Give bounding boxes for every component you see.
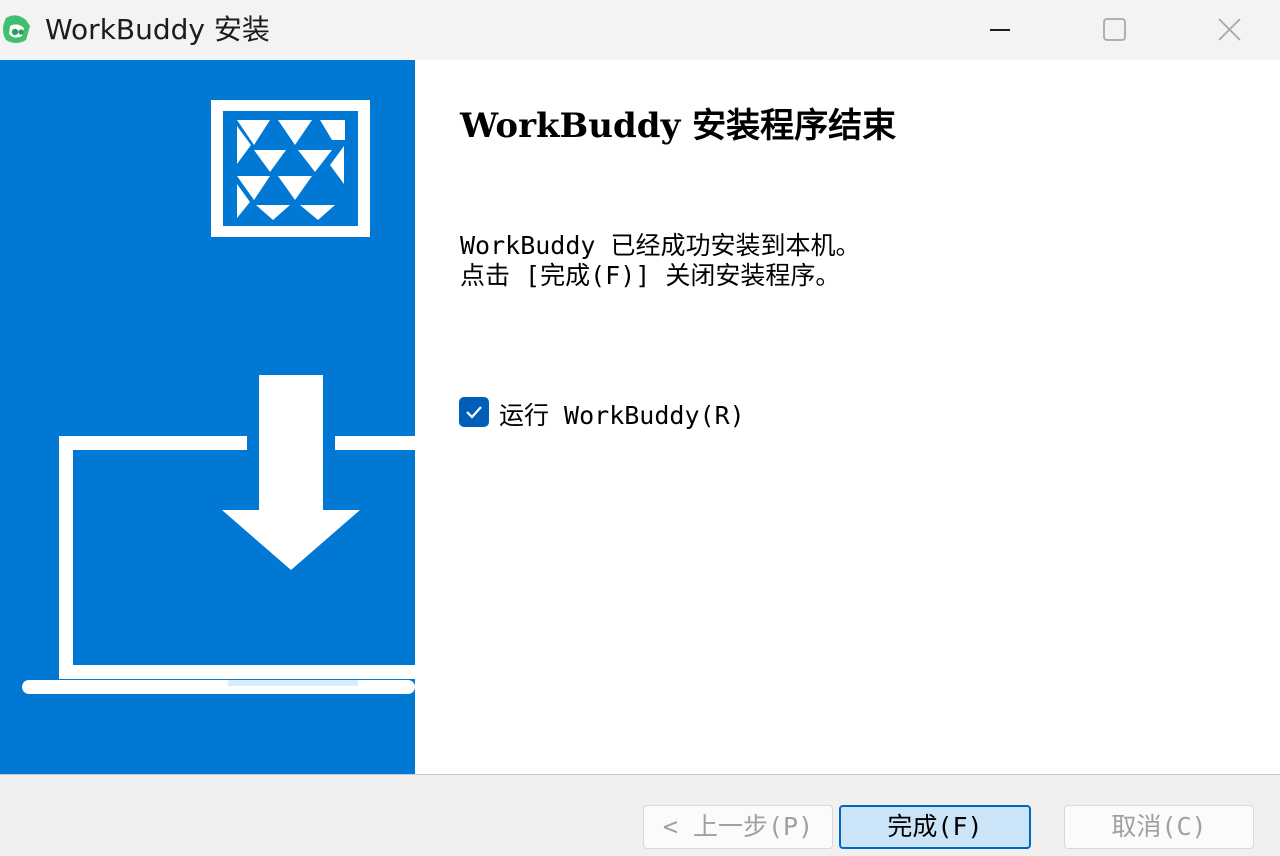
laptop-download-icon <box>22 370 415 694</box>
title-bar: WorkBuddy 安装 <box>0 0 1280 60</box>
page-title: WorkBuddy 安装程序结束 <box>460 106 897 146</box>
back-button[interactable]: < 上一步(P) <box>643 805 833 849</box>
finish-button[interactable]: 完成(F) <box>839 805 1031 849</box>
checkmark-icon <box>466 406 482 419</box>
run-app-label[interactable]: 运行 WorkBuddy(R) <box>499 396 745 432</box>
instruction-message: 点击 [完成(F)] 关闭安装程序。 <box>460 261 841 290</box>
window-title: WorkBuddy 安装 <box>45 13 270 46</box>
workbuddy-logo-icon <box>0 12 34 48</box>
run-app-checkbox[interactable] <box>459 397 489 427</box>
close-icon <box>1218 18 1241 41</box>
installer-banner <box>0 60 415 774</box>
minimize-icon <box>990 29 1010 31</box>
close-button[interactable] <box>1172 0 1280 60</box>
maximize-icon <box>1103 18 1126 41</box>
finish-page: WorkBuddy 安装程序结束 WorkBuddy 已经成功安装到本机。 点击… <box>415 60 1280 774</box>
minimize-button[interactable] <box>942 0 1058 60</box>
nsis-logo-icon <box>211 100 370 237</box>
button-bar: < 上一步(P) 完成(F) 取消(C) <box>0 775 1280 856</box>
maximize-button[interactable] <box>1058 0 1174 60</box>
cancel-button[interactable]: 取消(C) <box>1064 805 1254 849</box>
